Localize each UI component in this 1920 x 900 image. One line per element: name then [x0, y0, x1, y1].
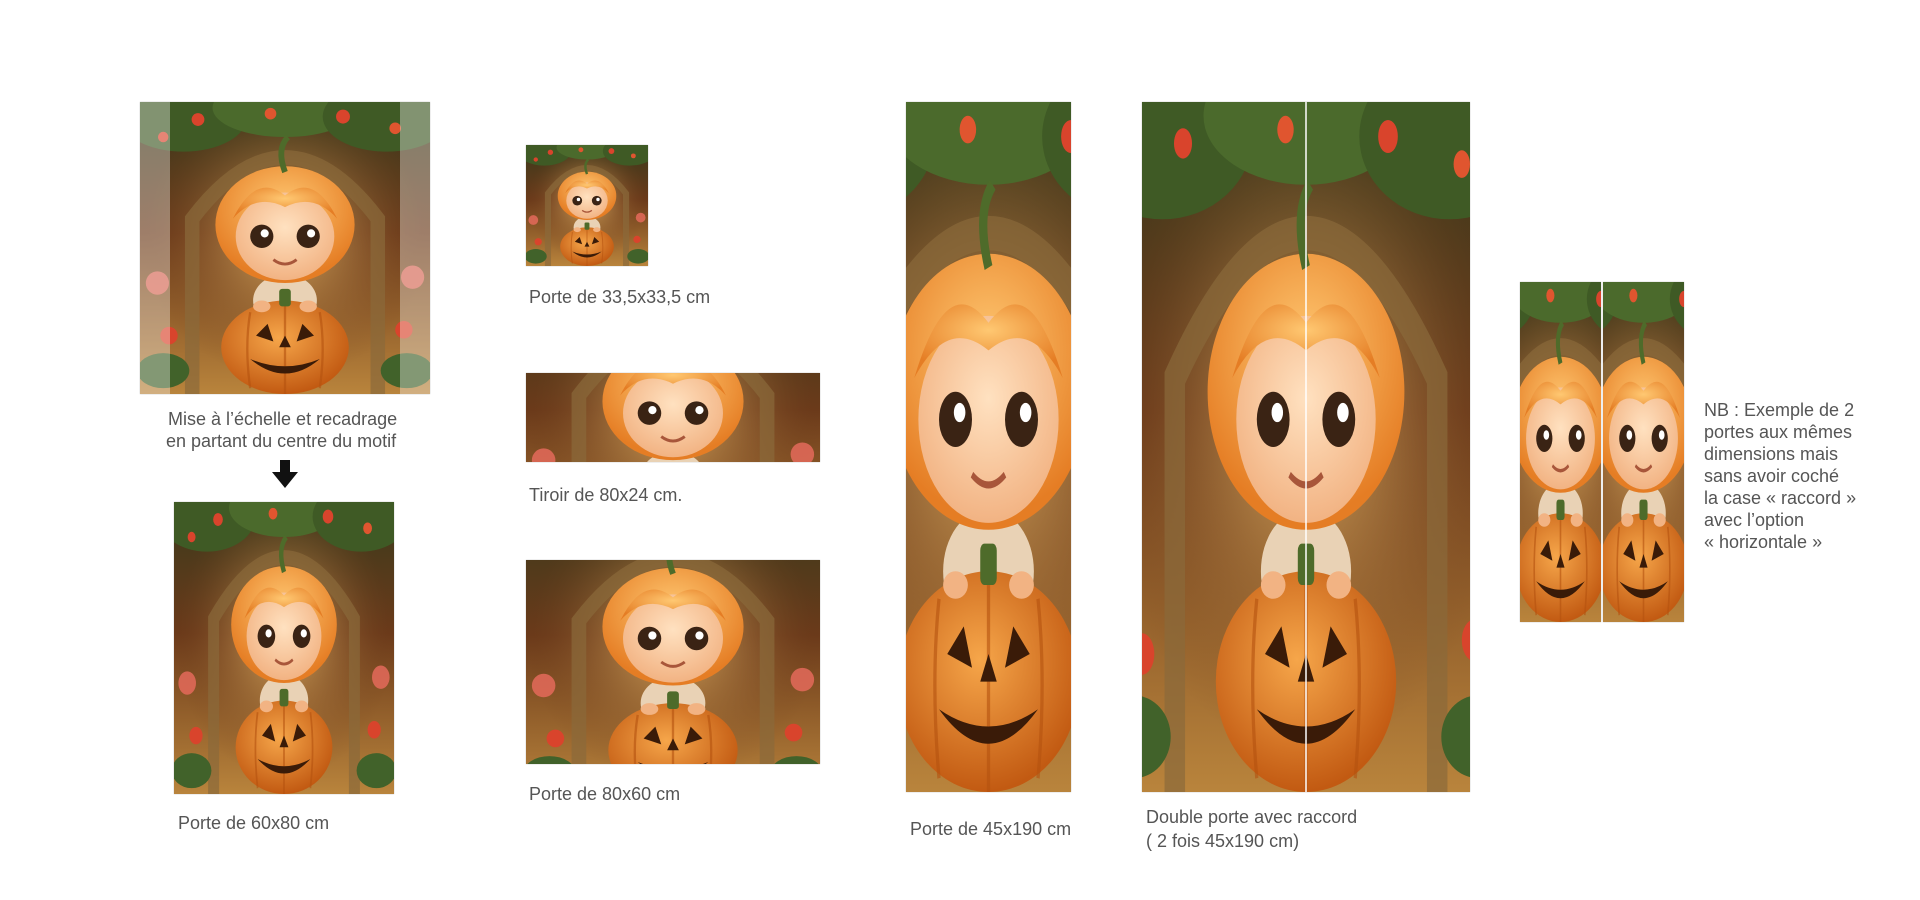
door-45x190-caption: Porte de 45x190 cm [910, 819, 1072, 839]
note-line: sans avoir coché [1704, 466, 1840, 486]
double-door-image [1142, 102, 1470, 792]
door-80x60-caption: Porte de 80x60 cm [529, 784, 681, 804]
note-line: dimensions mais [1704, 444, 1839, 464]
drawer-80x24-image [526, 373, 820, 462]
source-motif-image [140, 102, 430, 394]
door-60x80-caption: Porte de 60x80 cm [178, 813, 330, 833]
drawer-80x24-caption: Tiroir de 80x24 cm. [529, 485, 683, 505]
scale-caption-line1: Mise à l’échelle et recadrage [168, 409, 398, 429]
note-text: NB : Exemple de 2 portes aux mêmes dimen… [1704, 399, 1856, 553]
crop-overlay-left [140, 102, 170, 394]
note-line: « horizontale » [1704, 532, 1823, 552]
scale-caption-line2: en partant du centre du motif [166, 431, 397, 451]
door-60x80-image [174, 502, 394, 794]
note-line: la case « raccord » [1704, 488, 1857, 508]
door-80x60-image [526, 560, 820, 764]
note-line: avec l’option [1704, 510, 1805, 530]
note-line: NB : Exemple de 2 [1704, 400, 1855, 420]
door-seam-divider [1305, 102, 1307, 792]
double-door-caption-line1: Double porte avec raccord [1146, 807, 1358, 827]
door-33x33-caption: Porte de 33,5x33,5 cm [529, 287, 711, 307]
door-45x190-image [906, 102, 1071, 792]
example-door-right-image [1603, 282, 1684, 622]
crop-overlay-right [400, 102, 430, 394]
example-door-left-image [1520, 282, 1601, 622]
arrow-down-icon [272, 460, 298, 488]
note-line: portes aux mêmes [1704, 422, 1853, 442]
double-door-caption-line2: ( 2 fois 45x190 cm) [1146, 831, 1300, 851]
door-33x33-image [526, 145, 648, 266]
